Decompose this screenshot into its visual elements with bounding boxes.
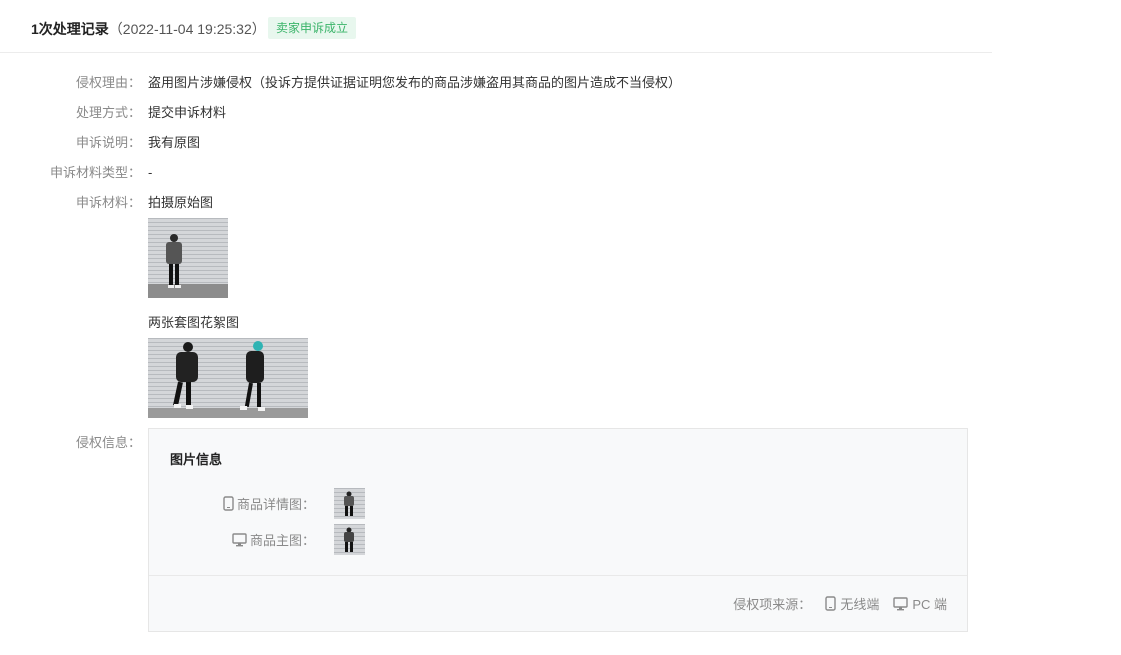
- detail-image-label: 商品详情图：: [223, 494, 315, 513]
- source-pc: PC 端: [893, 594, 947, 613]
- reason-value: 盗用图片涉嫌侵权（投诉方提供证据证明您发布的商品涉嫌盗用其商品的图片造成不当侵权…: [148, 75, 682, 90]
- infringement-source: 侵权项来源： 无线端 PC 端: [733, 594, 947, 613]
- method-value: 提交申诉材料: [148, 105, 227, 120]
- mobile-icon: [223, 496, 234, 511]
- detail-image-thumb[interactable]: [334, 488, 365, 519]
- main-image-label: 商品主图：: [232, 530, 315, 549]
- source-pc-text: PC 端: [912, 597, 947, 612]
- explanation-value: 我有原图: [148, 135, 201, 150]
- desktop-icon: [893, 596, 909, 611]
- record-count: 1次处理记录: [31, 21, 109, 37]
- material-type-label: 申诉材料类型：: [49, 165, 141, 180]
- materials-label: 申诉材料：: [75, 195, 141, 210]
- explanation-label: 申诉说明：: [75, 135, 141, 150]
- panel-title: 图片信息: [170, 452, 223, 467]
- material-group-caption: 两张套图花絮图: [148, 315, 240, 330]
- material-photo[interactable]: [148, 338, 228, 418]
- photo-image: [148, 338, 228, 418]
- material-photo[interactable]: [148, 218, 228, 298]
- infringement-panel: 图片信息 商品详情图： 商品主图： 侵权项来源： 无线端 PC 端: [148, 428, 968, 632]
- mobile-icon: [825, 596, 837, 611]
- record-title: 1次处理记录（2022-11-04 19:25:32）: [31, 19, 266, 39]
- status-badge: 卖家申诉成立: [268, 17, 357, 39]
- desktop-icon: [232, 532, 247, 547]
- source-mobile-text: 无线端: [840, 597, 880, 612]
- source-mobile: 无线端: [825, 594, 879, 613]
- record-header: 1次处理记录（2022-11-04 19:25:32） 卖家申诉成立: [0, 0, 992, 53]
- photo-image: [334, 524, 365, 555]
- source-label: 侵权项来源：: [733, 597, 812, 612]
- infringement-label: 侵权信息：: [75, 435, 141, 450]
- photo-image: [228, 338, 308, 418]
- main-image-text: 商品主图：: [249, 533, 315, 548]
- detail-image-text: 商品详情图：: [236, 497, 315, 512]
- photo-image: [334, 488, 365, 519]
- method-label: 处理方式：: [75, 105, 141, 120]
- photo-image: [148, 218, 228, 298]
- material-photo[interactable]: [228, 338, 308, 418]
- reason-label: 侵权理由：: [75, 75, 141, 90]
- record-timestamp: （2022-11-04 19:25:32）: [108, 21, 266, 37]
- main-image-thumb[interactable]: [334, 524, 365, 555]
- material-type-value: -: [148, 165, 153, 180]
- material-group-caption: 拍摄原始图: [148, 195, 214, 210]
- panel-divider: [149, 575, 967, 576]
